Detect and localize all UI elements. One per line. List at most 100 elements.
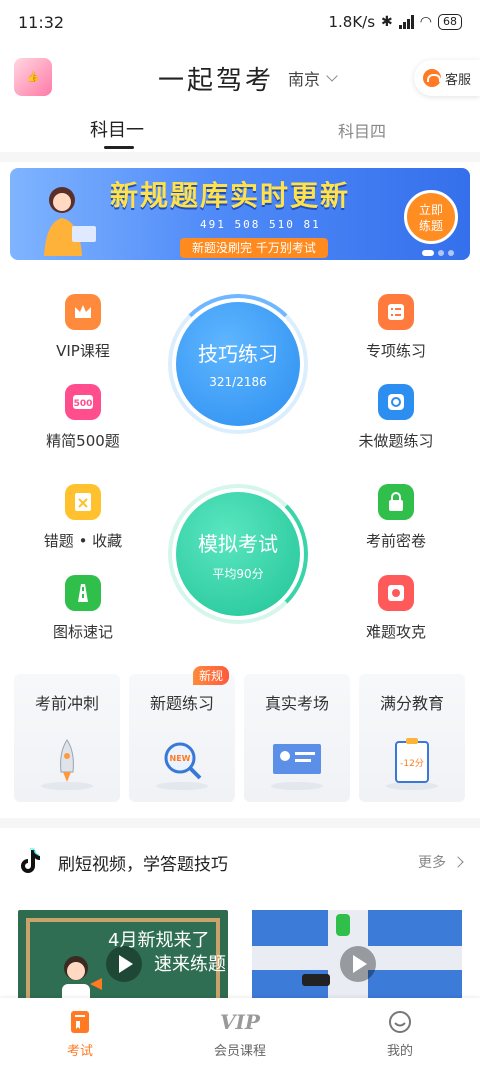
card-label: 新题练习: [149, 694, 214, 713]
new-tag: NEW: [170, 754, 191, 763]
tab-subject-one[interactable]: 科目一: [90, 116, 144, 142]
network-speed: 1.8K/s: [328, 13, 376, 31]
nav-exam-label: 考试: [66, 1044, 93, 1059]
banner-subtitle: 新题没刷完 千万别考试: [180, 238, 328, 258]
vip-course-label: VIP课程: [56, 342, 110, 360]
crown-icon: [65, 294, 101, 330]
exam-room-icon: [271, 744, 323, 790]
nav-mine[interactable]: 我的: [350, 1008, 450, 1059]
card-sprint[interactable]: 考前冲刺: [14, 674, 120, 802]
card-label: 考前冲刺: [34, 694, 99, 713]
video-thumbnail[interactable]: [252, 910, 462, 1006]
banner-title: 新规题库实时更新: [110, 179, 351, 212]
more-label: 更多: [418, 855, 446, 871]
undone-practice-entry[interactable]: 未做题练习: [346, 384, 446, 451]
student-illustration: [44, 187, 96, 256]
hard-questions-label: 难题攻克: [365, 623, 426, 641]
play-icon: [106, 946, 142, 982]
undone-practice-label: 未做题练习: [358, 432, 434, 450]
secret-paper-label: 考前密卷: [365, 532, 426, 550]
card-label: 真实考场: [264, 694, 329, 713]
sign-memory-label: 图标速记: [52, 623, 113, 641]
secret-paper-entry[interactable]: 考前密卷: [346, 484, 446, 551]
target-icon: [378, 575, 414, 611]
mock-exam-button[interactable]: 模拟考试 平均90分: [176, 492, 300, 616]
sign-memory-entry[interactable]: 图标速记: [33, 575, 133, 642]
wrong-book-icon: [65, 484, 101, 520]
road-sign-icon: [65, 575, 101, 611]
undone-icon: [378, 384, 414, 420]
hard-questions-entry[interactable]: 难题攻克: [346, 575, 446, 642]
city-selector[interactable]: 南京: [288, 66, 338, 90]
wrong-fav-label: 错题 • 收藏: [43, 532, 123, 550]
customer-service-button[interactable]: 客服: [414, 60, 480, 96]
play-icon: [340, 946, 376, 982]
nav-mine-label: 我的: [386, 1044, 413, 1059]
video-caption-line2: 速来练题: [154, 954, 226, 975]
card-label: 满分教育: [379, 694, 444, 713]
video-section-title: 刷短视频，学答题技巧: [58, 855, 228, 875]
bluetooth-icon: ✱: [381, 14, 393, 30]
subject-tabs: 科目一 科目四: [0, 112, 480, 152]
service-label: 客服: [444, 72, 471, 88]
lock-icon: [378, 484, 414, 520]
tab-indicator: [104, 146, 134, 149]
app-title: 一起驾考: [158, 66, 275, 96]
battery-icon: 68: [438, 14, 462, 30]
nav-vip-label: 会员课程: [213, 1044, 266, 1059]
vip-course-entry[interactable]: VIP课程: [33, 294, 133, 361]
rocket-icon: [41, 739, 93, 790]
city-label: 南京: [288, 70, 321, 89]
video-thumbnail[interactable]: 4月新规来了 速来练题: [18, 910, 228, 1006]
skill-practice-button[interactable]: 技巧练习 321/2186: [176, 302, 300, 426]
skill-practice-progress: 321/2186: [209, 375, 267, 389]
svg-text:500: 500: [74, 399, 93, 409]
nav-exam[interactable]: 考试: [30, 1008, 130, 1059]
card-new-questions[interactable]: 新规 新题练习 NEW: [129, 666, 235, 802]
topic-practice-entry[interactable]: 专项练习: [346, 294, 446, 361]
list-icon: [378, 294, 414, 330]
card-real-exam[interactable]: 真实考场: [244, 674, 350, 802]
banner-button-line2: 练题: [418, 219, 443, 233]
video-section-header: 刷短视频，学答题技巧 更多: [0, 838, 480, 886]
score-tag: -12分: [400, 758, 424, 769]
video-more-link[interactable]: 更多: [418, 852, 464, 872]
smile-icon: [350, 1008, 450, 1036]
vip-icon: VIP: [220, 1010, 260, 1034]
chevron-right-icon: [452, 856, 464, 868]
500-icon: 500: [65, 384, 101, 420]
status-indicators: 1.8K/s ✱ ◠ 68: [328, 13, 462, 31]
tab-subject-four[interactable]: 科目四: [338, 118, 386, 142]
select-500-entry[interactable]: 500 精简500题: [33, 384, 133, 451]
carousel-dots: [422, 250, 454, 256]
wrong-fav-entry[interactable]: 错题 • 收藏: [33, 484, 133, 551]
card-row: 考前冲刺 新规 新题练习 NEW 真实考场 满分教育 -12分: [14, 666, 466, 802]
card-full-score[interactable]: 满分教育 -12分: [359, 674, 465, 802]
promo-banner[interactable]: 新规题库实时更新 491 508 510 81 新题没刷完 千万别考试 立即 练…: [10, 168, 470, 260]
topic-practice-label: 专项练习: [365, 342, 426, 360]
chevron-down-icon: [326, 69, 338, 82]
exam-book-icon: [30, 1008, 130, 1036]
app-logo[interactable]: 👍: [14, 58, 52, 96]
tiktok-icon: [21, 848, 40, 873]
bottom-nav: 考试 VIP 会员课程 我的: [0, 998, 480, 1067]
clipboard-icon: -12分: [386, 738, 438, 790]
status-time: 11:32: [18, 12, 65, 32]
mock-exam-average: 平均90分: [212, 567, 264, 581]
magnifier-icon: NEW: [156, 742, 208, 790]
skill-practice-title: 技巧练习: [198, 342, 278, 366]
mock-exam-title: 模拟考试: [198, 532, 278, 556]
banner-stats: 491 508 510 81: [200, 218, 321, 231]
app-header: 👍 一起驾考 南京 客服: [0, 50, 480, 104]
select-500-label: 精简500题: [46, 432, 120, 450]
wifi-icon: ◠: [419, 14, 432, 30]
nav-vip[interactable]: VIP 会员课程: [190, 1008, 290, 1059]
signal-icon: [398, 15, 414, 29]
new-rules-badge: 新规: [192, 666, 229, 685]
practice-now-button[interactable]: 立即 练题: [404, 190, 458, 244]
divider: [0, 152, 480, 162]
headset-icon: [422, 69, 441, 87]
divider: [0, 818, 480, 828]
banner-button-line1: 立即: [418, 203, 443, 217]
status-bar: 11:32 1.8K/s ✱ ◠ 68: [0, 0, 480, 44]
